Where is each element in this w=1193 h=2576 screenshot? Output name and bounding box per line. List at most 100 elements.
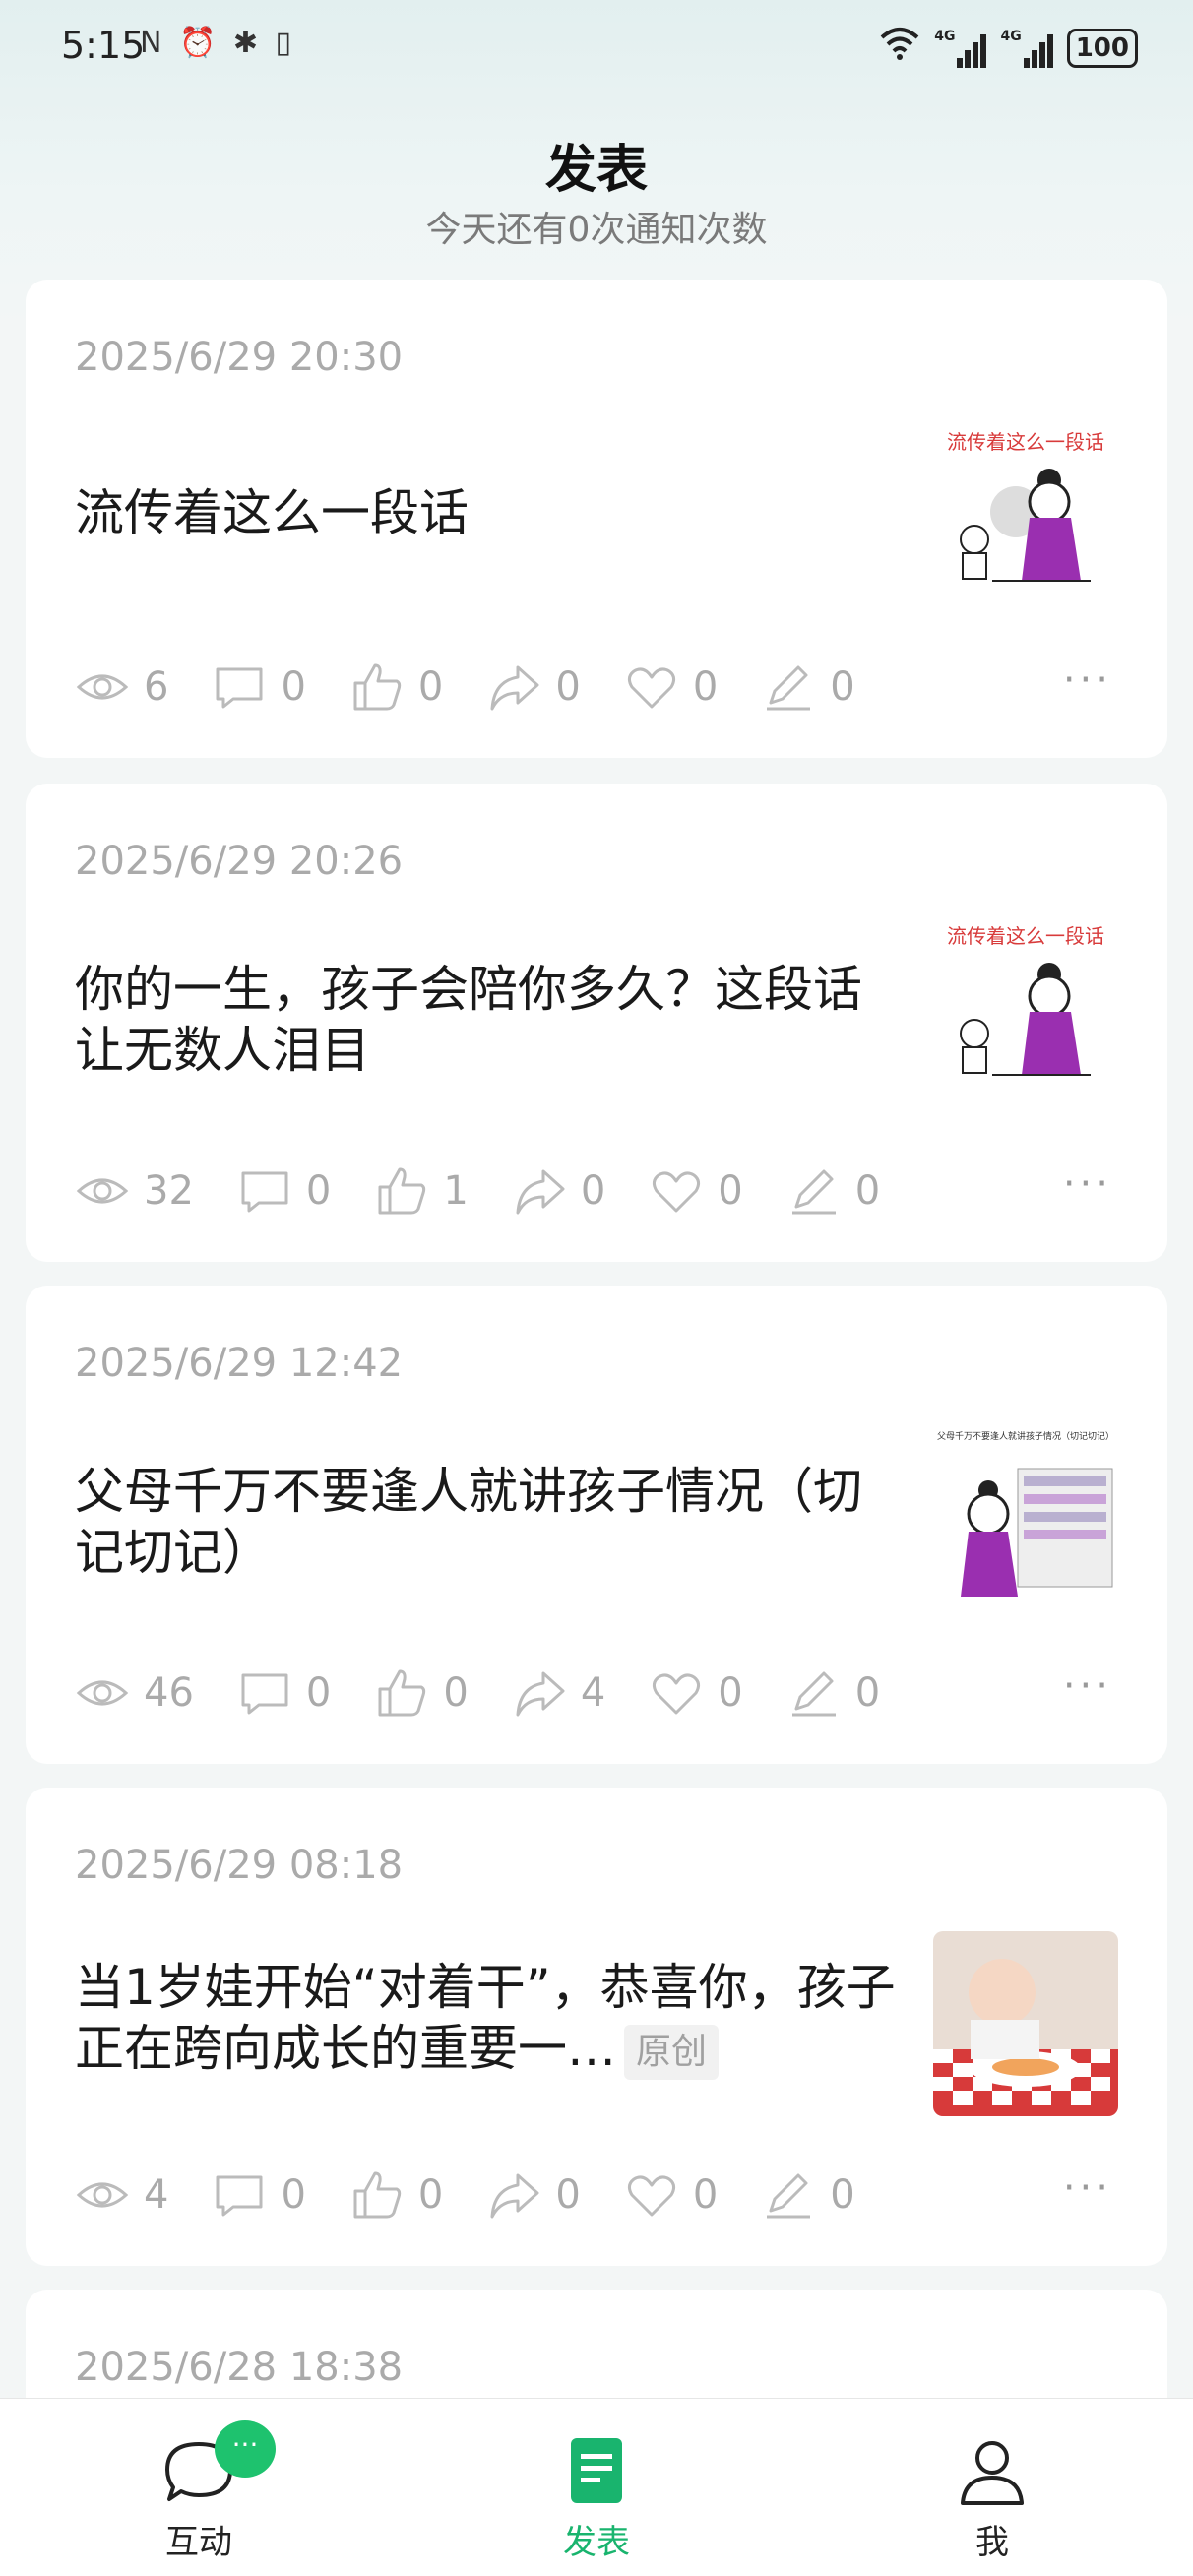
edits-stat[interactable]: 0	[761, 660, 855, 715]
status-time: 5:15	[61, 24, 146, 67]
comments-count: 0	[305, 1168, 332, 1214]
post-title[interactable]: 你的一生，孩子会陪你多久？这段话让无数人泪目	[75, 959, 902, 1081]
share-icon	[490, 2173, 539, 2219]
favorites-count: 0	[718, 1670, 743, 1716]
post-title[interactable]: 父母千万不要逢人就讲孩子情况（切记切记）	[75, 1461, 882, 1583]
shares-count: 0	[580, 1168, 606, 1214]
post-date: 2025/6/29 12:42	[75, 1341, 404, 1386]
person-icon	[961, 2441, 1024, 2505]
share-icon	[516, 1671, 565, 1717]
post-thumbnail[interactable]: 流传着这么一段话	[933, 917, 1118, 1102]
comments-stat[interactable]: 0	[212, 2168, 306, 2223]
likes-stat[interactable]: 0	[349, 2168, 443, 2223]
post-card[interactable]: 2025/6/29 12:42 父母千万不要逢人就讲孩子情况（切记切记） 父母千…	[26, 1286, 1167, 1764]
likes-count: 0	[417, 664, 444, 710]
thumbs-up-icon	[378, 1167, 426, 1215]
more-options-button[interactable]: ···	[1063, 2166, 1112, 2211]
views-stat: 4	[75, 2168, 168, 2223]
post-thumbnail[interactable]: 父母千万不要逢人就讲孩子情况（切记切记）	[933, 1429, 1118, 1614]
views-stat: 6	[75, 660, 168, 715]
eye-icon	[76, 1178, 129, 1204]
heart-icon	[653, 1171, 701, 1213]
favorites-count: 0	[692, 664, 719, 710]
post-thumbnail[interactable]: 流传着这么一段话	[933, 423, 1118, 608]
more-options-button[interactable]: ···	[1063, 1664, 1112, 1709]
signal-icon-2: 4G	[1000, 28, 1053, 68]
edits-count: 0	[854, 1168, 881, 1214]
edits-stat[interactable]: 0	[761, 2168, 855, 2223]
page-subtitle: 今天还有0次通知次数	[425, 210, 768, 250]
heart-icon	[653, 1673, 701, 1715]
nav-publish-label: 发表	[563, 2523, 630, 2562]
edits-count: 0	[830, 2172, 855, 2218]
share-icon	[490, 665, 539, 711]
post-stats: 46 0 0 4 0 0	[75, 1664, 923, 1723]
comments-stat[interactable]: 0	[237, 1665, 331, 1721]
shares-stat[interactable]: 0	[486, 2168, 581, 2223]
likes-stat[interactable]: 1	[374, 1163, 469, 1219]
shares-count: 0	[555, 2172, 581, 2218]
pencil-icon	[791, 1169, 836, 1215]
edits-stat[interactable]: 0	[786, 1163, 880, 1219]
post-date: 2025/6/28 18:38	[75, 2345, 404, 2390]
nav-me-label: 我	[975, 2523, 1009, 2562]
eye-icon	[76, 674, 129, 700]
views-stat: 46	[75, 1665, 194, 1721]
bottom-navigation: ··· 互动 发表 我	[0, 2398, 1193, 2576]
thumb-caption: 流传着这么一段话	[947, 924, 1104, 948]
likes-count: 0	[417, 2172, 444, 2218]
original-badge: 原创	[624, 2024, 720, 2080]
edits-count: 0	[830, 664, 855, 710]
nav-publish[interactable]: 发表	[498, 2399, 695, 2576]
network-type-2: 4G	[1000, 28, 1022, 44]
status-bar: 5:15 N ⏰ ✱ ▯ 4G 4G 100	[0, 0, 1193, 98]
share-icon	[516, 1169, 565, 1215]
views-stat: 32	[75, 1163, 194, 1219]
wifi-icon	[879, 26, 920, 70]
comment-icon	[216, 2175, 263, 2217]
post-card[interactable]: 2025/6/29 20:30 流传着这么一段话 流传着这么一段话 6 0 0	[26, 280, 1167, 758]
post-card[interactable]: 2025/6/29 08:18 当1岁娃开始“对着干”，恭喜你，孩子正在跨向成长…	[26, 1788, 1167, 2266]
comments-count: 0	[281, 664, 306, 710]
edits-stat[interactable]: 0	[786, 1665, 880, 1721]
nav-interact[interactable]: ··· 互动	[100, 2399, 297, 2576]
comment-icon	[216, 667, 263, 709]
nav-me[interactable]: 我	[894, 2399, 1091, 2576]
shares-stat[interactable]: 0	[486, 660, 581, 715]
thumb-caption: 流传着这么一段话	[947, 430, 1104, 454]
favorites-stat[interactable]: 0	[649, 1665, 743, 1721]
favorites-count: 0	[692, 2172, 719, 2218]
likes-stat[interactable]: 0	[374, 1665, 469, 1721]
likes-count: 1	[443, 1168, 469, 1214]
views-count: 6	[144, 664, 169, 710]
thumbs-up-icon	[378, 1669, 426, 1717]
favorites-stat[interactable]: 0	[624, 660, 718, 715]
comments-stat[interactable]: 0	[212, 660, 306, 715]
views-count: 46	[144, 1670, 194, 1716]
thumb-caption: 父母千万不要逢人就讲孩子情况（切记切记）	[937, 1430, 1114, 1442]
shares-count: 0	[555, 664, 581, 710]
more-options-button[interactable]: ···	[1063, 1162, 1112, 1207]
comment-icon	[241, 1673, 288, 1715]
favorites-stat[interactable]: 0	[624, 2168, 718, 2223]
shares-stat[interactable]: 4	[512, 1665, 605, 1721]
post-thumbnail[interactable]	[933, 1931, 1118, 2116]
favorites-stat[interactable]: 0	[649, 1163, 743, 1219]
post-card[interactable]: 2025/6/29 20:26 你的一生，孩子会陪你多久？这段话让无数人泪目 流…	[26, 784, 1167, 1262]
views-count: 32	[144, 1168, 194, 1214]
interact-badge: ···	[215, 2420, 276, 2478]
likes-stat[interactable]: 0	[349, 660, 443, 715]
post-date: 2025/6/29 08:18	[75, 1843, 404, 1888]
pencil-icon	[791, 1671, 836, 1717]
more-options-button[interactable]: ···	[1063, 658, 1112, 703]
pencil-icon	[767, 2173, 811, 2219]
comments-stat[interactable]: 0	[237, 1163, 331, 1219]
post-title[interactable]: 当1岁娃开始“对着干”，恭喜你，孩子正在跨向成长的重要一… 原创	[75, 1957, 902, 2080]
comments-count: 0	[305, 1670, 332, 1716]
shares-stat[interactable]: 0	[512, 1163, 605, 1219]
comment-icon	[241, 1171, 288, 1213]
likes-count: 0	[443, 1670, 469, 1716]
network-type-1: 4G	[934, 28, 956, 44]
post-title[interactable]: 流传着这么一段话	[75, 482, 902, 543]
pencil-icon	[767, 665, 811, 711]
